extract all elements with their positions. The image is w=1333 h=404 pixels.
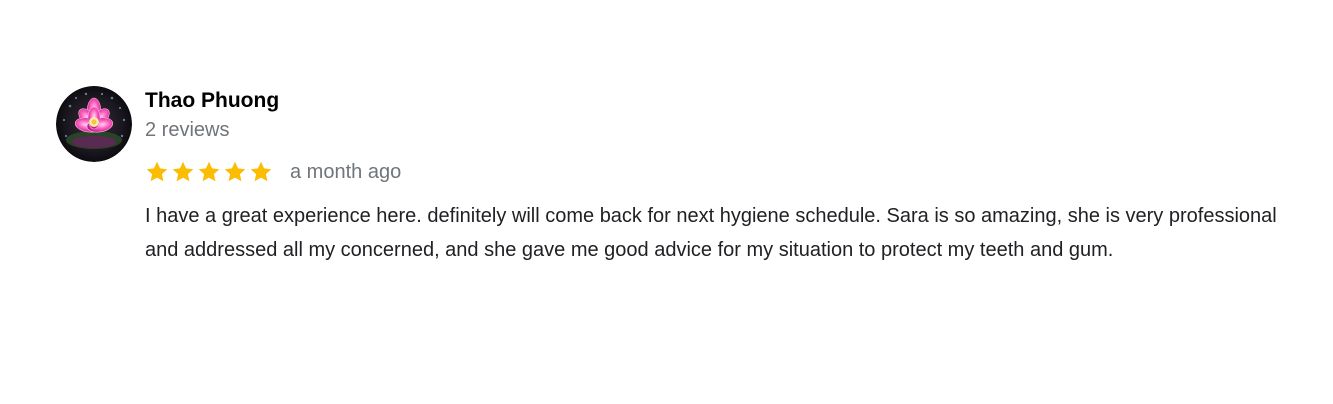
review-time: a month ago — [290, 161, 402, 183]
star-rating — [145, 160, 275, 184]
author-name[interactable]: Thao Phuong — [145, 87, 1295, 115]
review-text: I have a great experience here. definite… — [145, 205, 1277, 261]
star-icon — [146, 161, 168, 182]
star-icon — [250, 161, 272, 182]
star-icon — [172, 161, 194, 182]
lotus-flower-avatar-icon — [56, 86, 132, 162]
avatar[interactable] — [56, 86, 132, 162]
star-icon — [198, 161, 220, 182]
author-review-count[interactable]: 2 reviews — [145, 117, 1295, 143]
star-icon — [224, 161, 246, 182]
rating-row: a month ago — [145, 159, 1295, 185]
review-content: Thao Phuong 2 reviews a month ago I have… — [145, 86, 1295, 267]
